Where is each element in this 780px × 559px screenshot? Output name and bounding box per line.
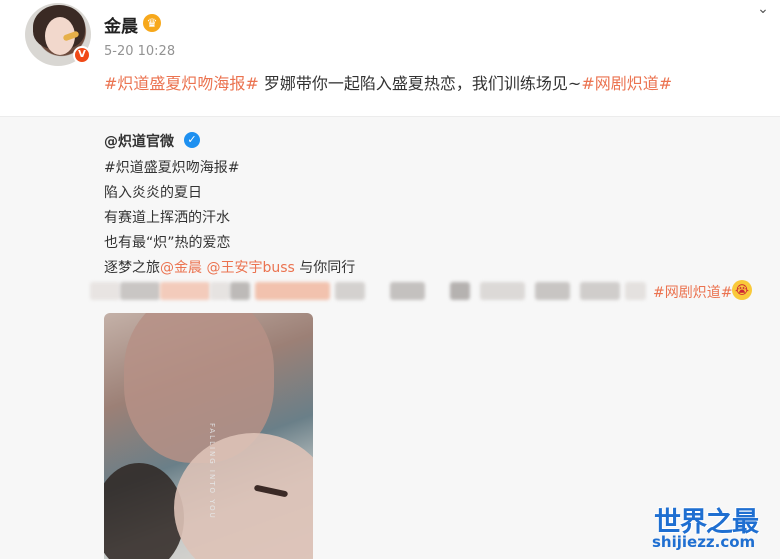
- post-body-text: 罗娜带你一起陷入盛夏热恋，我们训练场见~: [258, 74, 582, 93]
- blur-segment: [535, 282, 570, 300]
- blur-segment: [580, 282, 620, 300]
- blur-segment: [625, 282, 646, 300]
- hashtag-link[interactable]: #炽道盛夏炽吻海报#: [104, 74, 259, 93]
- blurred-text: [90, 282, 646, 300]
- crying-emoji-icon: 😭: [732, 280, 752, 300]
- blur-segment: [90, 282, 120, 300]
- blur-segment: [255, 282, 330, 300]
- hashtag-link[interactable]: #网剧炽道#: [581, 74, 672, 93]
- username[interactable]: 金晨: [104, 12, 138, 37]
- blur-segment: [210, 282, 230, 300]
- repost-line: 陷入炎炎的夏日: [104, 185, 202, 201]
- blur-segment: [230, 282, 250, 300]
- mention-link[interactable]: @金晨: [160, 260, 202, 276]
- watermark-url: shijiezz.com: [652, 533, 756, 551]
- blur-segment: [120, 282, 160, 300]
- blur-segment: [450, 282, 470, 300]
- repost-card[interactable]: @炽道官微 ✓ #炽道盛夏炽吻海报# 陷入炎炎的夏日 有赛道上挥洒的汗水 也有最…: [0, 116, 780, 559]
- poster-image[interactable]: FALLING INTO YOU: [104, 313, 313, 559]
- repost-line: 有赛道上挥洒的汗水: [104, 210, 230, 226]
- blur-segment: [335, 282, 365, 300]
- repost-line: 逐梦之旅@金晨 @王安宇buss 与你同行: [104, 257, 355, 277]
- verified-badge-icon: V: [73, 46, 91, 64]
- repost-line-prefix: 逐梦之旅: [104, 260, 160, 276]
- hashtag-link[interactable]: #网剧炽道#: [653, 282, 732, 302]
- blur-segment: [480, 282, 525, 300]
- repost-line: 也有最“炽”热的爱恋: [104, 235, 231, 251]
- blur-segment: [390, 282, 425, 300]
- crown-icon[interactable]: ♛: [143, 14, 161, 32]
- repost-line-suffix: 与你同行: [294, 260, 356, 276]
- post-time[interactable]: 5-20 10:28: [104, 44, 175, 59]
- chevron-down-icon[interactable]: ⌄: [754, 2, 772, 16]
- weibo-post: V 金晨 ♛ 5-20 10:28 ⌄ #炽道盛夏炽吻海报# 罗娜带你一起陷入盛…: [0, 0, 780, 559]
- verified-check-icon: ✓: [184, 132, 200, 148]
- post-text: #炽道盛夏炽吻海报# 罗娜带你一起陷入盛夏热恋，我们训练场见~#网剧炽道#: [104, 70, 672, 94]
- repost-hashtag[interactable]: #炽道盛夏炽吻海报#: [104, 157, 239, 177]
- repost-author[interactable]: @炽道官微: [104, 131, 174, 151]
- poster-caption: FALLING INTO YOU: [208, 423, 216, 520]
- mention-link[interactable]: @王安宇buss: [206, 260, 294, 276]
- blur-segment: [160, 282, 210, 300]
- poster-shape: [104, 463, 184, 559]
- watermark-logo: 世界之最 shijiezz.com: [650, 500, 776, 555]
